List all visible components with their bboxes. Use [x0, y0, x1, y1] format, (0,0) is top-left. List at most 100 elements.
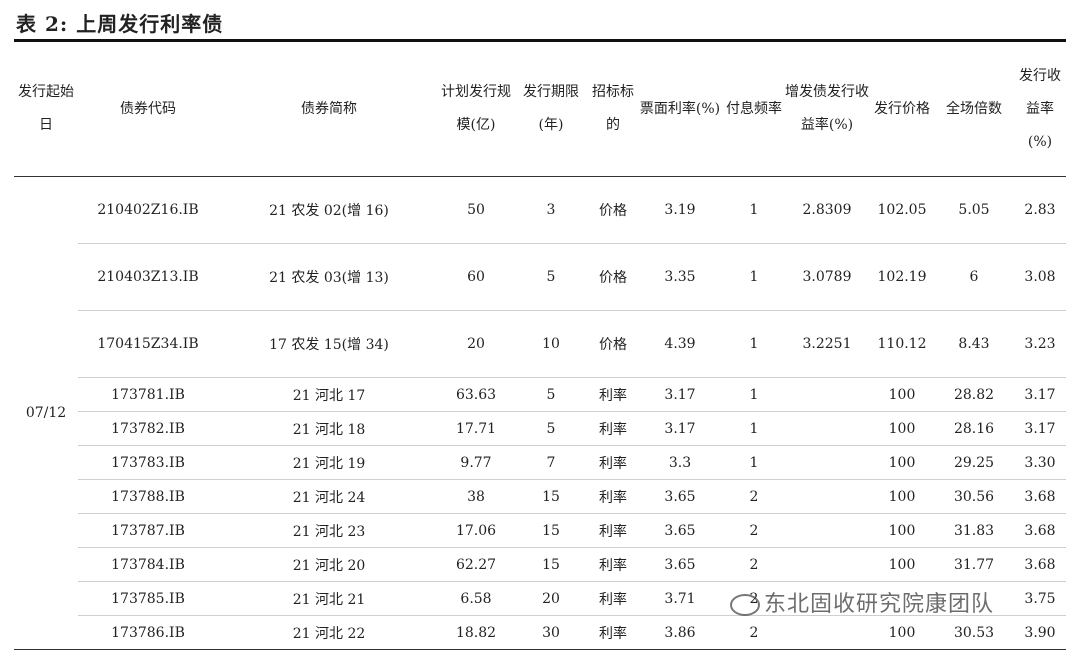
- cell-coupon: 3.86: [636, 615, 724, 650]
- cell-term: 5: [512, 243, 590, 311]
- cell-multiple: 28.16: [934, 411, 1014, 446]
- cell-multiple: 30.56: [934, 479, 1014, 514]
- cell-freq: 2: [724, 513, 784, 548]
- cell-multiple: 31.83: [934, 513, 1014, 548]
- cell-target: 利率: [590, 581, 636, 616]
- cell-coupon: 3.3: [636, 445, 724, 480]
- table-row: 173783.IB 21 河北 19 9.77 7 利率 3.3 1 100 29.25 3.30: [14, 445, 1066, 480]
- cell-yield: 3.17: [1014, 377, 1066, 412]
- cell-add-yield: [784, 547, 870, 582]
- header-cell: 增发债发行收益率(%): [784, 42, 870, 177]
- cell-name: 21 河北 22: [218, 615, 440, 650]
- cell-term: 7: [512, 445, 590, 480]
- cell-term: 30: [512, 615, 590, 650]
- cell-price: 100: [870, 615, 934, 650]
- cell-freq: 1: [724, 445, 784, 480]
- cell-code: 173783.IB: [78, 445, 218, 480]
- cell-multiple: 5.05: [934, 176, 1014, 244]
- header-cell: 招标标的: [590, 42, 636, 177]
- header-row: 发行起始日 债券代码 债券简称 计划发行规模(亿) 发行期限(年) 招标标的 票…: [14, 42, 1066, 177]
- header-cell: 付息频率: [724, 42, 784, 177]
- cell-yield: 3.68: [1014, 513, 1066, 548]
- cell-add-yield: 3.2251: [784, 310, 870, 378]
- cell-target: 利率: [590, 445, 636, 480]
- cell-code: 173781.IB: [78, 377, 218, 412]
- table-row: 210403Z13.IB 21 农发 03(增 13) 60 5 价格 3.35 1 3.07…: [14, 243, 1066, 311]
- table-row: 173787.IB 21 河北 23 17.06 15 利率 3.65 2 100 31.83 3…: [14, 513, 1066, 548]
- cell-add-yield: [784, 479, 870, 514]
- cell-target: 价格: [590, 310, 636, 378]
- cell-add-yield: [784, 411, 870, 446]
- cell-target: 利率: [590, 513, 636, 548]
- cell-add-yield: [784, 615, 870, 650]
- cell-price: 100: [870, 377, 934, 412]
- cell-freq: 2: [724, 615, 784, 650]
- cell-code: 173786.IB: [78, 615, 218, 650]
- table-row: 173786.IB 21 河北 22 18.82 30 利率 3.86 2 100 30.53 3…: [14, 615, 1066, 650]
- cell-size: 17.06: [440, 513, 512, 548]
- cell-yield: 3.68: [1014, 547, 1066, 582]
- cell-target: 利率: [590, 479, 636, 514]
- cell-code: 173788.IB: [78, 479, 218, 514]
- table-row: 173788.IB 21 河北 24 38 15 利率 3.65 2 100 30.56 3.68: [14, 479, 1066, 514]
- table-row: 173781.IB 21 河北 17 63.63 5 利率 3.17 1 100 28.82 3.…: [14, 377, 1066, 412]
- cell-name: 17 农发 15(增 34): [218, 310, 440, 378]
- header-cell: 发行价格: [870, 42, 934, 177]
- cell-coupon: 3.17: [636, 411, 724, 446]
- cell-price: 100: [870, 547, 934, 582]
- cell-term: 10: [512, 310, 590, 378]
- cell-size: 62.27: [440, 547, 512, 582]
- cell-add-yield: [784, 445, 870, 480]
- cell-yield: 2.83: [1014, 176, 1066, 244]
- wechat-icon: [730, 594, 760, 616]
- cell-target: 价格: [590, 176, 636, 244]
- cell-coupon: 3.71: [636, 581, 724, 616]
- cell-name: 21 河北 20: [218, 547, 440, 582]
- header-cell: 票面利率(%): [636, 42, 724, 177]
- cell-yield: 3.90: [1014, 615, 1066, 650]
- cell-target: 利率: [590, 411, 636, 446]
- cell-add-yield: 2.8309: [784, 176, 870, 244]
- cell-price: 100: [870, 479, 934, 514]
- cell-name: 21 农发 03(增 13): [218, 243, 440, 311]
- cell-add-yield: 3.0789: [784, 243, 870, 311]
- cell-name: 21 河北 24: [218, 479, 440, 514]
- cell-target: 价格: [590, 243, 636, 311]
- cell-freq: 1: [724, 243, 784, 311]
- cell-term: 5: [512, 377, 590, 412]
- table-body: 07/12 210402Z16.IB 21 农发 02(增 16) 50 3 价格 3.19…: [14, 176, 1066, 650]
- cell-yield: 3.08: [1014, 243, 1066, 311]
- cell-size: 9.77: [440, 445, 512, 480]
- cell-coupon: 4.39: [636, 310, 724, 378]
- cell-yield: 3.23: [1014, 310, 1066, 378]
- watermark-text: 东北固收研究院康团队: [764, 592, 995, 617]
- cell-name: 21 河北 23: [218, 513, 440, 548]
- cell-coupon: 3.19: [636, 176, 724, 244]
- cell-size: 20: [440, 310, 512, 378]
- cell-multiple: 31.77: [934, 547, 1014, 582]
- header-cell: 发行起始日: [14, 42, 78, 177]
- cell-target: 利率: [590, 377, 636, 412]
- cell-multiple: 29.25: [934, 445, 1014, 480]
- cell-code: 173787.IB: [78, 513, 218, 548]
- cell-yield: 3.68: [1014, 479, 1066, 514]
- cell-yield: 3.17: [1014, 411, 1066, 446]
- header-cell: 债券简称: [218, 42, 440, 177]
- cell-freq: 2: [724, 479, 784, 514]
- cell-size: 17.71: [440, 411, 512, 446]
- cell-price: 100: [870, 411, 934, 446]
- cell-yield: 3.75: [1014, 581, 1066, 616]
- cell-size: 18.82: [440, 615, 512, 650]
- cell-code: 173782.IB: [78, 411, 218, 446]
- cell-name: 21 河北 18: [218, 411, 440, 446]
- cell-name: 21 河北 19: [218, 445, 440, 480]
- table-title: 表 2: 上周发行利率债: [16, 12, 224, 36]
- cell-size: 60: [440, 243, 512, 311]
- cell-add-yield: [784, 513, 870, 548]
- cell-name: 21 河北 17: [218, 377, 440, 412]
- cell-freq: 1: [724, 176, 784, 244]
- cell-size: 63.63: [440, 377, 512, 412]
- cell-code: 210403Z13.IB: [78, 243, 218, 311]
- table-row: 173784.IB 21 河北 20 62.27 15 利率 3.65 2 100 31.77 3…: [14, 547, 1066, 582]
- cell-coupon: 3.35: [636, 243, 724, 311]
